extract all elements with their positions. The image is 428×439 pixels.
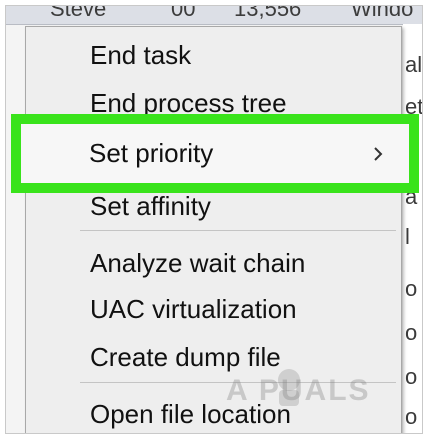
column-text-fragment: o: [405, 364, 418, 389]
menu-item-uac-virtualization[interactable]: UAC virtualization: [26, 286, 401, 332]
column-text-fragment: o: [405, 404, 418, 429]
process-table-column-fragments: all et a l o o o o: [403, 24, 423, 433]
process-table-row: Steve 00 13,556 Windo: [6, 6, 422, 25]
column-text-fragment: l: [405, 224, 410, 249]
highlight-box: [11, 114, 419, 193]
column-text-fragment: all: [405, 52, 423, 77]
process-name-cell: Steve: [50, 6, 107, 21]
menu-item-analyze-wait-chain[interactable]: Analyze wait chain: [26, 240, 401, 286]
column-text-fragment: o: [405, 320, 418, 345]
menu-item-end-task[interactable]: End task: [26, 32, 401, 78]
menu-item-label: End task: [90, 40, 192, 70]
process-description-cell: Windo: [351, 6, 414, 21]
process-context-menu: End task End process tree Set affinity A…: [25, 26, 402, 433]
menu-separator: [80, 230, 396, 231]
process-cpu-cell: 00: [171, 6, 196, 21]
process-memory-cell: 13,556: [234, 6, 302, 21]
menu-item-label: Analyze wait chain: [90, 248, 306, 278]
chevron-right-icon: [374, 147, 383, 161]
column-text-fragment: o: [405, 276, 418, 301]
menu-item-label: UAC virtualization: [90, 294, 297, 324]
watermark-text: A PUALS: [226, 374, 371, 407]
screenshot-frame: Steve 00 13,556 Windo all et a l o o o o…: [5, 5, 423, 434]
